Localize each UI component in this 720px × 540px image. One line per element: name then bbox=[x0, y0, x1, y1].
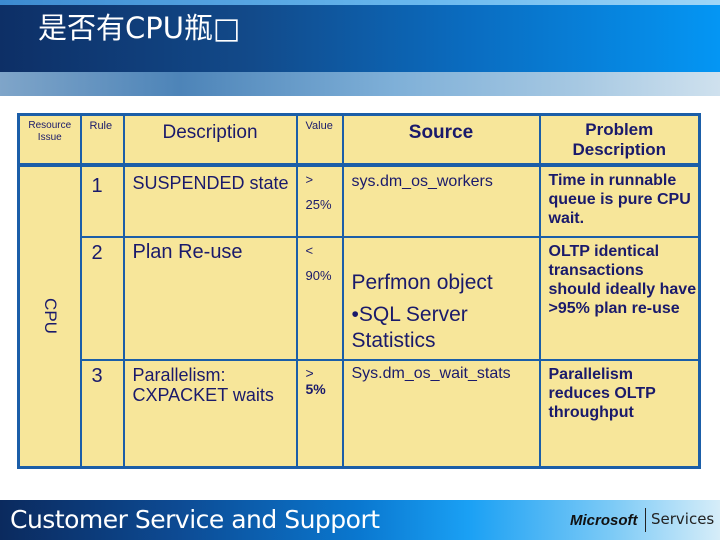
table-row: CPU 1 SUSPENDED state > 25% sys.dm_os_wo… bbox=[17, 163, 701, 469]
problem-description: Time in runnable queue is pure CPU wait. bbox=[538, 163, 701, 238]
rule-number: 1 bbox=[79, 163, 125, 238]
table-row: 3 Parallelism: CXPACKET waits > 5% Sys.d… bbox=[19, 358, 701, 469]
table-row: 2 Plan Re-use < 90% Perfmon object •SQL … bbox=[19, 235, 701, 361]
resource-group-cell: CPU bbox=[17, 163, 82, 469]
rule-description: Plan Re-use bbox=[122, 235, 298, 361]
threshold-operator: < bbox=[305, 242, 314, 258]
resource-group-label: CPU bbox=[40, 298, 60, 335]
threshold-operator: > bbox=[305, 171, 314, 187]
rule-description: SUSPENDED state bbox=[122, 163, 298, 238]
threshold-number: 25% bbox=[305, 196, 332, 212]
header-problem-description: Problem Description bbox=[538, 113, 701, 167]
threshold-number: 90% bbox=[305, 267, 332, 283]
rule-description: Parallelism: CXPACKET waits bbox=[122, 358, 298, 469]
rule-number: 2 bbox=[79, 235, 125, 361]
header-resource-issue: Resource Issue bbox=[17, 113, 82, 167]
threshold-value: < 90% bbox=[295, 235, 344, 361]
data-source: Perfmon object •SQL Server Statistics bbox=[341, 235, 541, 361]
title-accent-line bbox=[0, 0, 720, 5]
header-source: Source bbox=[341, 113, 541, 167]
source-line: Perfmon object bbox=[351, 270, 493, 294]
threshold-value: > 25% bbox=[295, 163, 344, 238]
data-source: sys.dm_os_workers bbox=[341, 163, 541, 238]
threshold-operator: > bbox=[305, 364, 314, 381]
table-header-row: Resource Issue Rule Description Value So… bbox=[17, 113, 701, 167]
data-source: Sys.dm_os_wait_stats bbox=[341, 358, 541, 469]
footer-bar: Customer Service and Support Microsoft S… bbox=[0, 500, 720, 540]
threshold-value: > 5% bbox=[295, 358, 344, 469]
threshold-number: 5% bbox=[305, 380, 326, 397]
microsoft-logo: Microsoft bbox=[570, 512, 638, 529]
header-value: Value bbox=[295, 113, 344, 167]
problem-description: OLTP identical transactions should ideal… bbox=[538, 235, 701, 361]
slide-title: 是否有CPU瓶□ bbox=[38, 11, 241, 45]
header-description: Description bbox=[122, 113, 298, 167]
title-swoosh-decoration bbox=[0, 72, 720, 96]
header-rule: Rule bbox=[79, 113, 125, 167]
problem-description: Parallelism reduces OLTP throughput bbox=[538, 358, 701, 469]
footer-services-label: Services bbox=[651, 510, 715, 528]
rule-number: 3 bbox=[79, 358, 125, 469]
cpu-rules-table: Resource Issue Rule Description Value So… bbox=[17, 113, 701, 469]
footer-divider bbox=[645, 508, 646, 532]
title-bar: 是否有CPU瓶□ bbox=[0, 0, 720, 72]
footer-tagline: Customer Service and Support bbox=[10, 505, 380, 534]
source-line: •SQL Server Statistics bbox=[351, 302, 468, 352]
